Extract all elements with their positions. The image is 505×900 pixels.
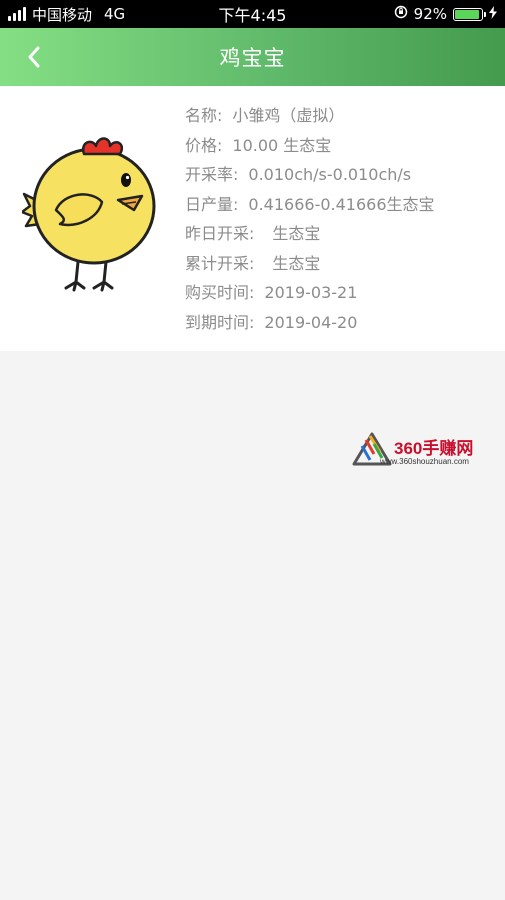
purchase-date-value: 2019-03-21 [264, 283, 358, 302]
daily-output-label: 日产量: [185, 194, 239, 214]
expire-date-value: 2019-04-20 [264, 312, 358, 332]
mining-rate-row: 开采率: 0.010ch/s-0.010ch/s [185, 160, 435, 190]
total-mining-row: 累计开采: 生态宝 [185, 249, 435, 279]
orientation-lock-icon [394, 5, 408, 23]
name-value: 小雏鸡（虚拟） [232, 106, 345, 125]
mining-rate-value: 0.010ch/s-0.010ch/s [248, 165, 412, 184]
purchase-date-label: 购买时间: [185, 283, 255, 302]
price-row: 价格: 10.00 生态宝 [185, 131, 435, 161]
watermark-brand: 360手赚网 [394, 439, 474, 458]
nav-bar: 鸡宝宝 [0, 28, 505, 86]
expire-date-label: 到期时间: [185, 312, 255, 332]
price-value: 10.00 生态宝 [232, 135, 332, 155]
daily-output-row: 日产量: 0.41666-0.41666生态宝 [185, 190, 435, 220]
battery-fill [455, 9, 479, 19]
battery-percent: 92% [413, 5, 447, 23]
chick-illustration [22, 137, 156, 292]
purchase-date-row: 购买时间: 2019-03-21 [185, 278, 435, 308]
status-bar: 中国移动 4G 下午4:45 92% [0, 0, 505, 28]
battery-icon [453, 7, 486, 21]
yesterday-mining-row: 昨日开采: 生态宝 [185, 219, 435, 249]
name-label: 名称: [185, 106, 223, 125]
price-label: 价格: [185, 135, 223, 155]
product-card: 名称: 小雏鸡（虚拟） 价格: 10.00 生态宝 开采率: 0.010ch/s-0.… [0, 86, 505, 351]
yesterday-mining-label: 昨日开采: [185, 224, 255, 243]
expire-date-row: 到期时间: 2019-04-20 [185, 308, 435, 338]
total-mining-value: 生态宝 [272, 253, 321, 273]
page-title: 鸡宝宝 [219, 46, 286, 70]
charging-icon [489, 5, 497, 23]
status-right: 92% [394, 0, 497, 28]
total-mining-label: 累计开采: [185, 253, 255, 273]
daily-output-value: 0.41666-0.41666生态宝 [248, 194, 435, 214]
watermark-url: www.360shouzhuan.com [380, 457, 469, 466]
product-info: 名称: 小雏鸡（虚拟） 价格: 10.00 生态宝 开采率: 0.010ch/s-0.… [185, 101, 435, 337]
name-row: 名称: 小雏鸡（虚拟） [185, 101, 435, 131]
mining-rate-label: 开采率: [185, 165, 239, 184]
watermark: 360手赚网 www.360shouzhuan.com [352, 432, 502, 472]
yesterday-mining-value: 生态宝 [272, 224, 321, 243]
